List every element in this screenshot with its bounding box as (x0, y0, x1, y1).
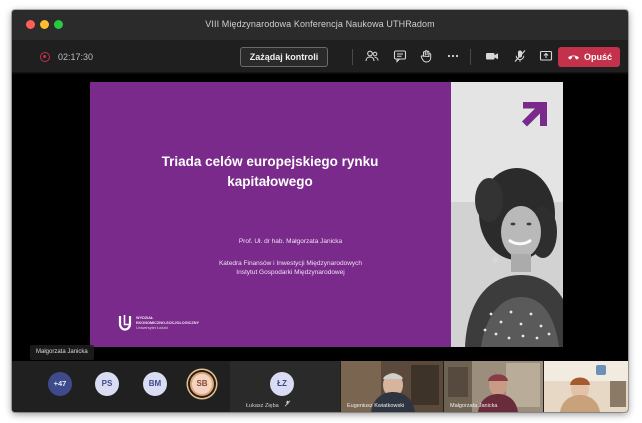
meeting-timer: 02:17:30 (58, 52, 94, 62)
presenter-photo (451, 82, 563, 347)
participant-video-name: Eugeniusz Kwiatkowski (347, 403, 405, 409)
slide-department: Katedra Finansów i Inwestycji Międzynaro… (90, 259, 451, 277)
university-logo-icon (118, 315, 132, 331)
slide-institute-line: Instytut Gospodarki Międzynarodowej (236, 269, 345, 276)
participant-name: Łukasz Zięba (246, 403, 279, 409)
participant-tile-name: Łukasz Zięba (246, 400, 291, 409)
title-bar: VIII Międzynarodowa Konferencja Naukowa … (12, 10, 628, 40)
window-title: VIII Międzynarodowa Konferencja Naukowa … (205, 19, 435, 29)
slide-department-line: Katedra Finansów i Inwestycji Międzynaro… (218, 260, 363, 267)
mic-muted-icon[interactable] (512, 49, 528, 65)
participant-avatar: ŁZ (270, 372, 294, 396)
toolbar-divider (470, 49, 471, 65)
active-speaker-avatar[interactable]: SB (190, 372, 214, 396)
faculty-logo-text: WYDZIAŁ EKONOMICZNO-SOCJOLOGICZNY Uniwer… (136, 316, 199, 331)
toolbar-divider (352, 49, 353, 65)
mic-muted-icon (284, 400, 291, 409)
arrow-logo-icon (522, 102, 547, 127)
meeting-window: VIII Międzynarodowa Konferencja Naukowa … (12, 10, 628, 412)
participants-bar: +47 PS BM SB ŁZ Łukasz Zięba Eugeniusz K (12, 361, 628, 412)
participant-tile[interactable]: ŁZ Łukasz Zięba (230, 361, 340, 412)
participant-video-tile[interactable] (544, 361, 628, 412)
participant-avatar[interactable]: BM (143, 372, 167, 396)
leave-button[interactable]: Opuść (558, 47, 620, 67)
request-control-button[interactable]: Zażądaj kontroli (240, 47, 328, 67)
presentation-slide: Triada celów europejskiego rynku kapitał… (90, 82, 451, 347)
raise-hand-icon[interactable] (418, 49, 434, 65)
leave-label: Opuść (584, 52, 613, 62)
chat-icon[interactable] (392, 49, 408, 65)
participant-video-image (544, 361, 628, 412)
participant-avatar[interactable]: PS (95, 372, 119, 396)
more-participants-button[interactable]: +47 (48, 372, 72, 396)
shared-screen-area: Triada celów europejskiego rynku kapitał… (12, 74, 628, 361)
phone-icon (567, 51, 580, 63)
participant-video-name: Małgorzata Janicka (450, 403, 498, 409)
share-screen-icon[interactable] (538, 49, 554, 65)
recording-icon (40, 52, 50, 62)
meeting-toolbar: 02:17:30 Zażądaj kontroli Opuść (12, 40, 628, 73)
participants-icon[interactable] (364, 49, 380, 65)
camera-icon[interactable] (484, 49, 500, 65)
slide-title: Triada celów europejskiego rynku kapitał… (161, 154, 379, 189)
participant-video-tile[interactable]: Małgorzata Janicka (444, 361, 543, 412)
more-icon[interactable] (445, 49, 461, 65)
participant-video-tile[interactable]: Eugeniusz Kwiatkowski (341, 361, 443, 412)
slide-author: Prof. Uł. dr hab. Małgorzata Janicka (238, 238, 343, 245)
presenter-name-label: Małgorzata Janicka (30, 345, 94, 360)
logo-line: Uniwersytet Łódzki (136, 326, 168, 330)
